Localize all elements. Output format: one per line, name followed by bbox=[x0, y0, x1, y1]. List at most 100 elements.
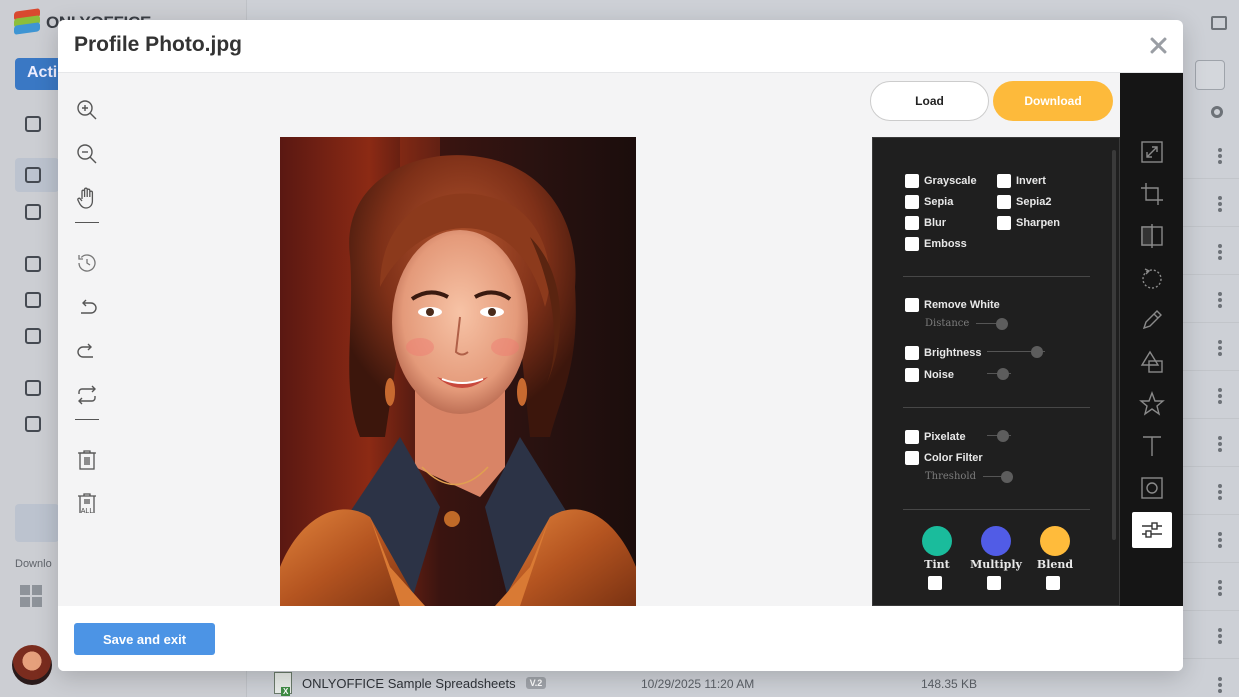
threshold-slider[interactable] bbox=[983, 471, 1013, 483]
sidebar-item-documents[interactable] bbox=[15, 158, 59, 192]
filter-icon[interactable] bbox=[1132, 512, 1172, 548]
more-icon[interactable] bbox=[1218, 580, 1222, 596]
sidebar-item-ai[interactable] bbox=[15, 107, 59, 141]
load-button[interactable]: Load bbox=[870, 81, 989, 121]
filter-sepia[interactable]: Sepia bbox=[905, 195, 953, 209]
checkbox[interactable] bbox=[997, 174, 1011, 188]
filter-emboss[interactable]: Emboss bbox=[905, 237, 967, 251]
filter-invert[interactable]: Invert bbox=[997, 174, 1046, 188]
sidebar-item-favorites[interactable] bbox=[15, 283, 59, 317]
checkbox[interactable] bbox=[905, 368, 919, 382]
windows-icon[interactable] bbox=[20, 585, 42, 607]
blend-checkbox[interactable] bbox=[1046, 576, 1060, 590]
delete-icon[interactable] bbox=[72, 445, 102, 475]
image-editor-modal: Profile Photo.jpg ALL Load Download Gray… bbox=[58, 20, 1183, 671]
more-icon[interactable] bbox=[1218, 292, 1222, 308]
crop-icon[interactable] bbox=[1132, 176, 1172, 212]
more-icon[interactable] bbox=[1218, 340, 1222, 356]
filter-color-filter[interactable]: Color Filter bbox=[905, 451, 983, 465]
profile-photo[interactable] bbox=[280, 137, 636, 606]
checkbox[interactable] bbox=[905, 195, 919, 209]
download-button[interactable]: Download bbox=[993, 81, 1113, 121]
draw-icon[interactable] bbox=[1132, 302, 1172, 338]
brightness-slider[interactable] bbox=[987, 346, 1045, 358]
trash-icon bbox=[25, 416, 41, 432]
panel-divider bbox=[903, 276, 1090, 277]
checkbox[interactable] bbox=[997, 195, 1011, 209]
blend-color-swatch[interactable] bbox=[1040, 526, 1070, 556]
more-icon[interactable] bbox=[1218, 196, 1222, 212]
filter-blur[interactable]: Blur bbox=[905, 216, 946, 230]
pixelate-slider[interactable] bbox=[987, 430, 1011, 442]
checkbox[interactable] bbox=[997, 216, 1011, 230]
distance-slider[interactable] bbox=[976, 318, 1008, 330]
share-icon bbox=[25, 256, 41, 272]
filter-remove-white[interactable]: Remove White bbox=[905, 298, 1000, 312]
top-actions: Load Download bbox=[870, 81, 1113, 121]
resize-icon[interactable] bbox=[1132, 134, 1172, 170]
checkbox[interactable] bbox=[905, 430, 919, 444]
more-icon[interactable] bbox=[1218, 436, 1222, 452]
filter-sharpen[interactable]: Sharpen bbox=[997, 216, 1060, 230]
editor-area: ALL Load Download Grayscale Invert Sepia… bbox=[58, 73, 1183, 606]
more-icon[interactable] bbox=[1218, 677, 1222, 693]
tint-color-swatch[interactable] bbox=[922, 526, 952, 556]
mask-icon[interactable] bbox=[1132, 470, 1172, 506]
filter-label: Invert bbox=[1016, 175, 1046, 187]
toolbar-divider bbox=[75, 222, 99, 223]
save-and-exit-button[interactable]: Save and exit bbox=[74, 623, 215, 655]
checkbox[interactable] bbox=[905, 174, 919, 188]
panel-toggle-icon[interactable] bbox=[1211, 16, 1227, 30]
checkbox[interactable] bbox=[905, 237, 919, 251]
more-icon[interactable] bbox=[1218, 388, 1222, 404]
filter-label: Blur bbox=[924, 217, 946, 229]
redo-icon[interactable] bbox=[72, 336, 102, 366]
filter-sepia2[interactable]: Sepia2 bbox=[997, 195, 1051, 209]
multiply-color-swatch[interactable] bbox=[981, 526, 1011, 556]
checkbox[interactable] bbox=[905, 216, 919, 230]
gear-icon[interactable] bbox=[1211, 106, 1223, 118]
more-icon[interactable] bbox=[1218, 484, 1222, 500]
checkbox[interactable] bbox=[905, 298, 919, 312]
star-icon[interactable] bbox=[1132, 386, 1172, 422]
text-icon[interactable] bbox=[1132, 428, 1172, 464]
sidebar-item-archive[interactable] bbox=[15, 371, 59, 405]
archive-icon bbox=[25, 380, 41, 396]
avatar[interactable] bbox=[12, 645, 52, 685]
tint-checkbox[interactable] bbox=[928, 576, 942, 590]
star-icon bbox=[25, 292, 41, 308]
multiply-checkbox[interactable] bbox=[987, 576, 1001, 590]
filter-brightness[interactable]: Brightness bbox=[905, 346, 981, 360]
noise-slider[interactable] bbox=[987, 368, 1011, 380]
zoom-in-icon[interactable] bbox=[72, 95, 102, 125]
filter-grayscale[interactable]: Grayscale bbox=[905, 174, 977, 188]
customize-button[interactable] bbox=[15, 504, 59, 542]
sidebar-item-trash[interactable] bbox=[15, 407, 59, 441]
rotate-icon[interactable] bbox=[1132, 260, 1172, 296]
shape-icon[interactable] bbox=[1132, 344, 1172, 380]
filter-label: Brightness bbox=[924, 347, 982, 359]
scrollbar[interactable] bbox=[1111, 140, 1117, 602]
filter-pixelate[interactable]: Pixelate bbox=[905, 430, 966, 444]
delete-all-icon[interactable]: ALL bbox=[72, 489, 102, 519]
more-icon[interactable] bbox=[1218, 532, 1222, 548]
undo-icon[interactable] bbox=[72, 292, 102, 322]
close-icon[interactable] bbox=[1149, 36, 1167, 54]
checkbox[interactable] bbox=[905, 346, 919, 360]
more-icon[interactable] bbox=[1218, 244, 1222, 260]
view-toggle-button[interactable] bbox=[1195, 60, 1225, 90]
sidebar-item-recent[interactable] bbox=[15, 319, 59, 353]
reset-icon[interactable] bbox=[72, 380, 102, 410]
more-icon[interactable] bbox=[1218, 148, 1222, 164]
checkbox[interactable] bbox=[905, 451, 919, 465]
file-name-cell[interactable]: ONLYOFFICE Sample Spreadsheets V.2 bbox=[274, 672, 547, 696]
flip-icon[interactable] bbox=[1132, 218, 1172, 254]
filter-noise[interactable]: Noise bbox=[905, 368, 954, 382]
sidebar-item-rooms[interactable] bbox=[15, 195, 59, 229]
logo-icon bbox=[14, 8, 40, 36]
sidebar-item-shared[interactable] bbox=[15, 247, 59, 281]
more-icon[interactable] bbox=[1218, 628, 1222, 644]
history-icon[interactable] bbox=[72, 248, 102, 278]
hand-icon[interactable] bbox=[72, 183, 102, 213]
zoom-out-icon[interactable] bbox=[72, 139, 102, 169]
